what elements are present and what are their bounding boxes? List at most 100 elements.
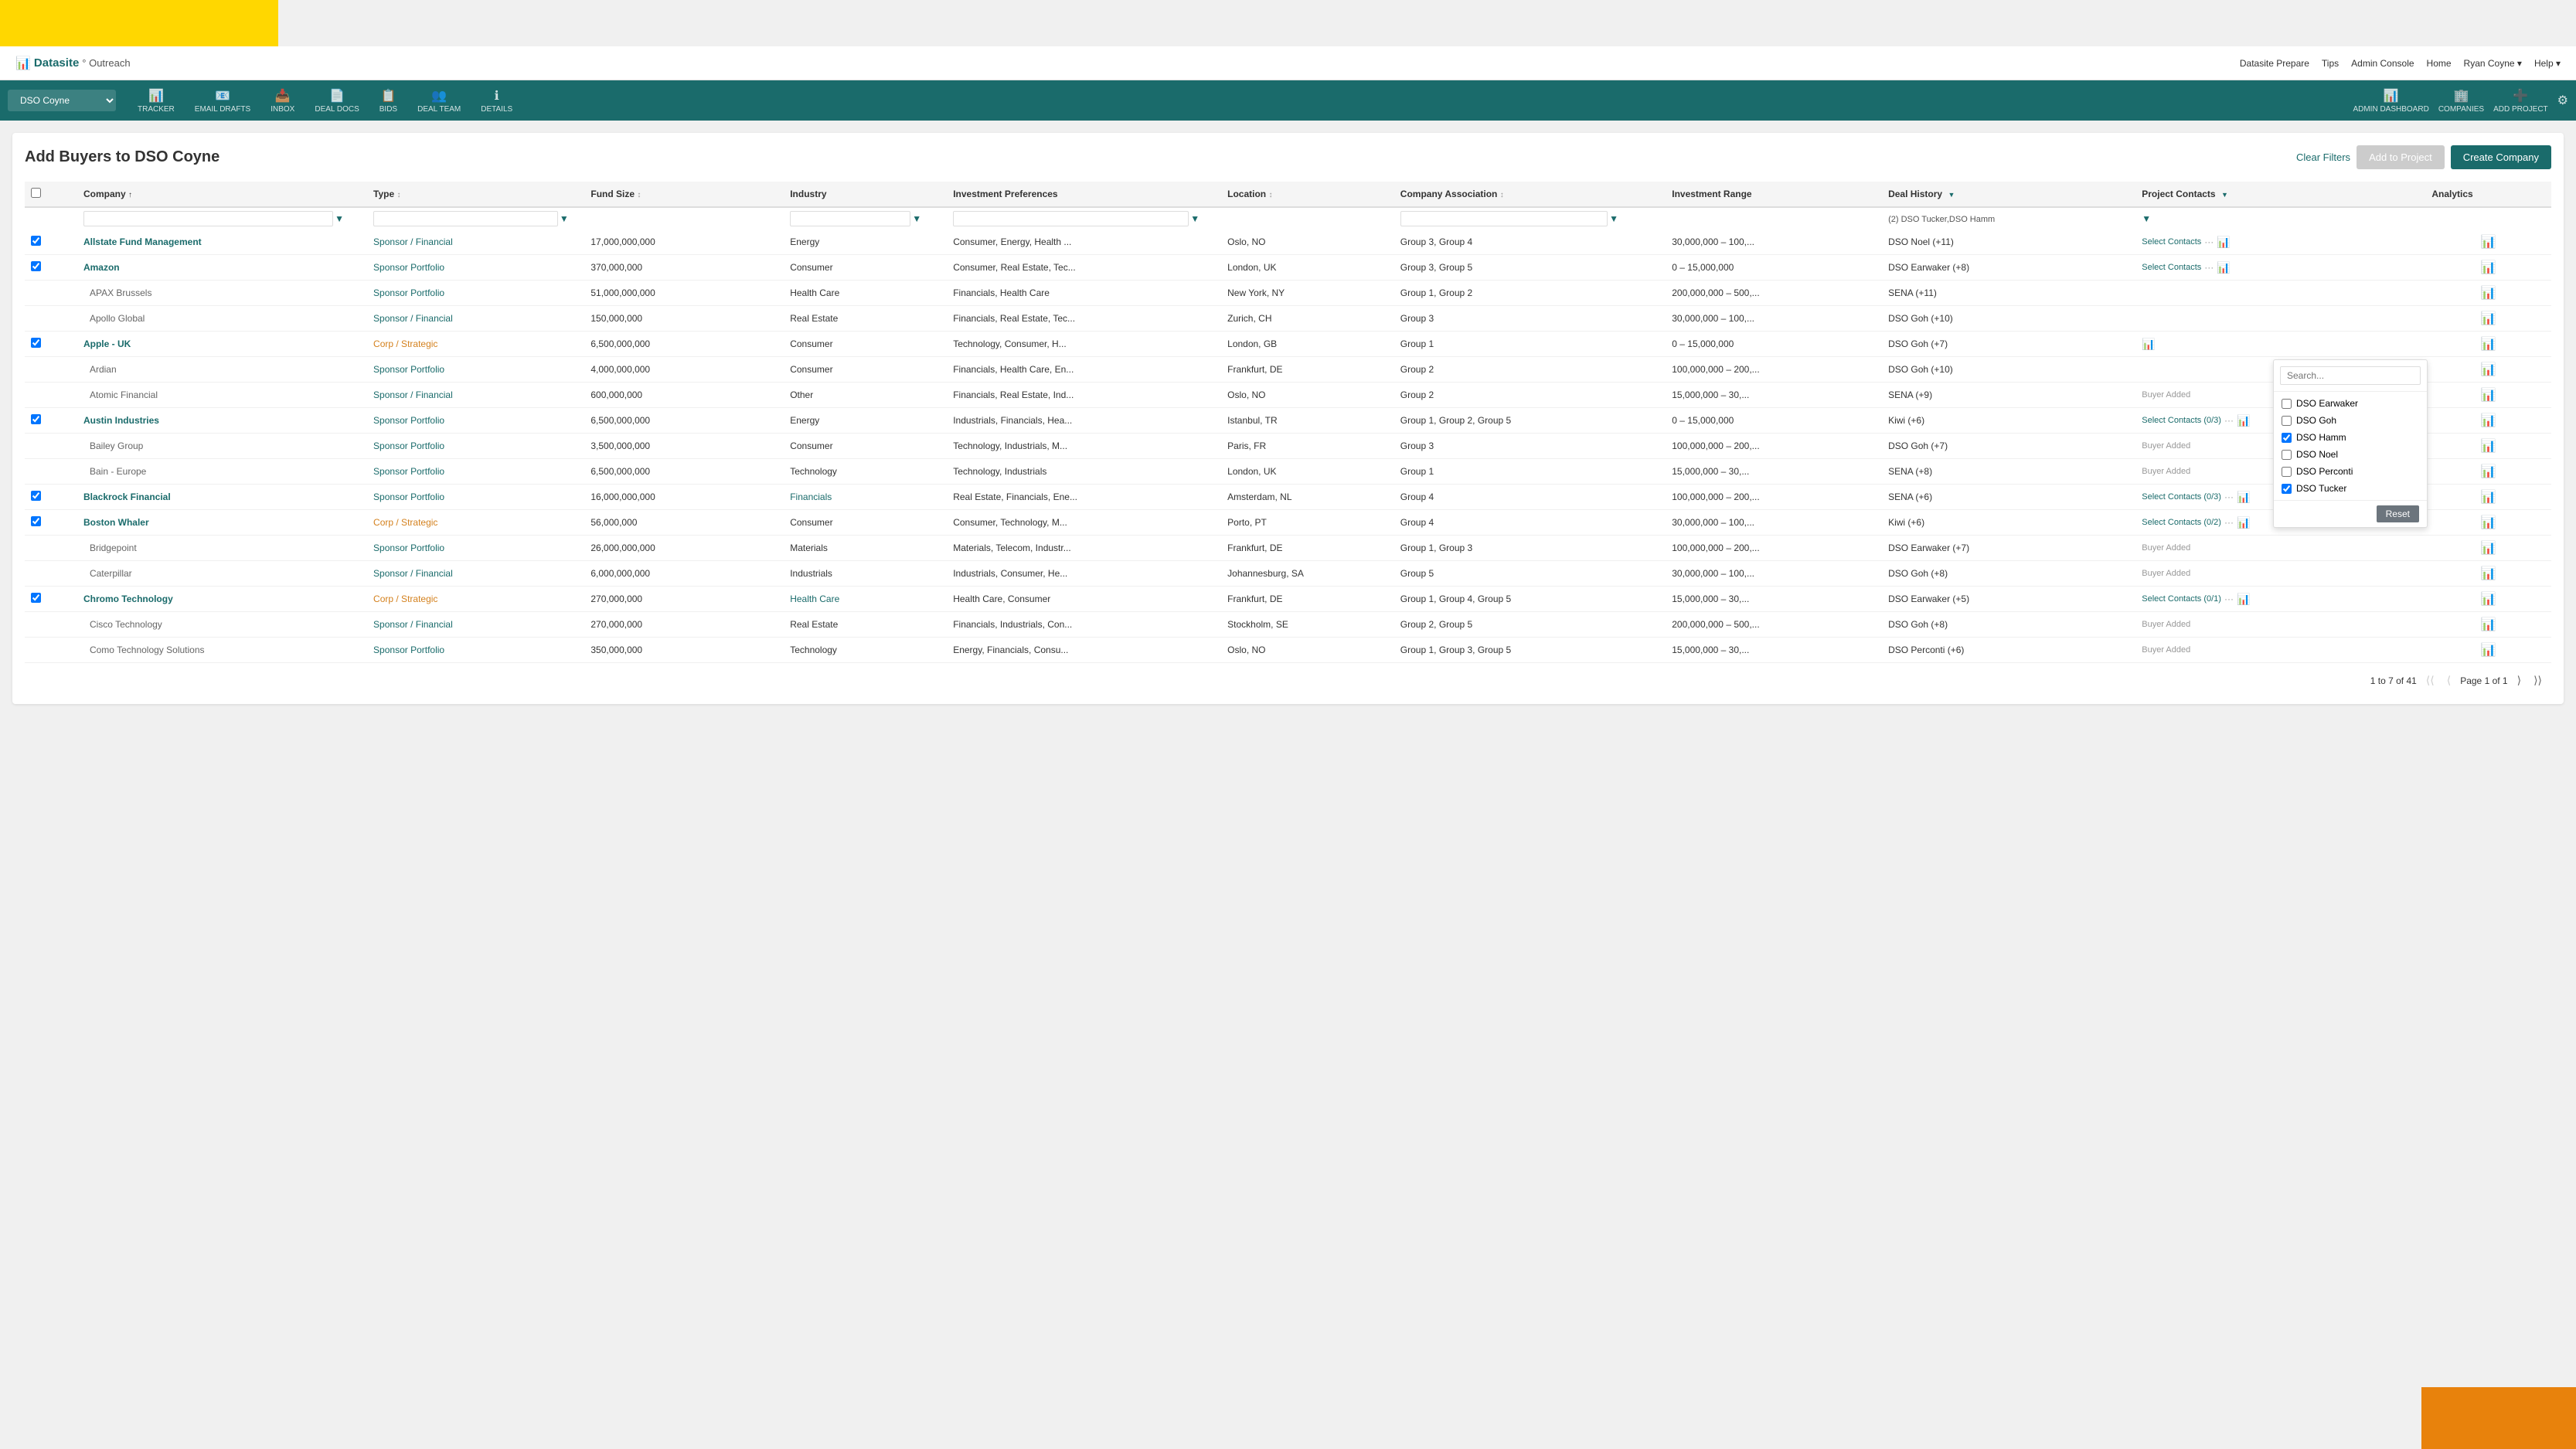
header-type[interactable]: Type [367,182,584,207]
nav-datasite-prepare[interactable]: Datasite Prepare [2240,58,2309,69]
dropdown-search-input[interactable] [2280,366,2421,385]
analytics-icon[interactable]: 📊 [2481,516,2496,529]
clear-filters-button[interactable]: Clear Filters [2296,151,2350,163]
row-analytics[interactable]: 📊 [2425,434,2551,459]
row-analytics[interactable]: 📊 [2425,612,2551,638]
pagination-first[interactable]: ⟨⟨ [2423,672,2438,689]
contacts-dots-menu[interactable]: ··· [2224,517,2234,528]
nav-add-project[interactable]: ➕ ADD PROJECT [2493,88,2548,114]
row-analytics[interactable]: 📊 [2425,306,2551,332]
analytics-chart-icon[interactable]: 📊 [2237,593,2250,606]
dropdown-item-goh[interactable]: DSO Goh [2274,412,2427,429]
contacts-dots-menu[interactable]: ··· [2224,415,2234,426]
dropdown-checkbox-earwaker[interactable] [2282,399,2292,409]
row-checkbox[interactable] [31,338,41,348]
row-analytics[interactable]: 📊 [2425,587,2551,612]
row-company[interactable]: Chromo Technology [77,587,367,612]
dropdown-item-noel[interactable]: DSO Noel [2274,446,2427,463]
filter-company-assoc-funnel[interactable]: ▼ [1609,213,1618,224]
filter-project-contacts-funnel[interactable]: ▼ [2142,213,2151,224]
analytics-icon[interactable]: 📊 [2481,567,2496,580]
row-analytics[interactable]: 📊 [2425,510,2551,536]
dropdown-checkbox-perconti[interactable] [2282,467,2292,477]
analytics-chart-icon[interactable]: 📊 [2237,491,2250,504]
deal-history-filter-icon[interactable] [1948,191,1955,199]
header-deal-history[interactable]: Deal History [1882,182,2135,207]
pagination-next[interactable]: ⟩ [2514,672,2524,689]
filter-industry-funnel[interactable]: ▼ [912,213,921,224]
analytics-icon[interactable]: 📊 [2481,644,2496,657]
analytics-icon[interactable]: 📊 [2481,338,2496,351]
contacts-dots-menu[interactable]: ··· [2224,594,2234,604]
dropdown-reset-button[interactable]: Reset [2377,505,2419,522]
nav-admin-console[interactable]: Admin Console [2351,58,2414,69]
contacts-dots-menu[interactable]: ··· [2204,262,2214,273]
header-location[interactable]: Location [1221,182,1394,207]
analytics-icon[interactable]: 📊 [2481,542,2496,555]
dropdown-checkbox-noel[interactable] [2282,450,2292,460]
row-company[interactable]: Blackrock Financial [77,485,367,510]
dropdown-checkbox-hamm[interactable] [2282,433,2292,443]
pagination-last[interactable]: ⟩⟩ [2530,672,2545,689]
row-company[interactable]: Apple - UK [77,332,367,357]
row-company[interactable]: Austin Industries [77,408,367,434]
row-company[interactable]: Boston Whaler [77,510,367,536]
row-analytics[interactable]: 📊 [2425,230,2551,255]
analytics-chart-icon[interactable]: 📊 [2142,338,2155,351]
analytics-icon[interactable]: 📊 [2481,440,2496,453]
project-selector[interactable]: DSO Coyne [8,90,116,111]
row-checkbox[interactable] [31,491,41,501]
row-analytics[interactable]: 📊 [2425,536,2551,561]
dropdown-item-perconti[interactable]: DSO Perconti [2274,463,2427,480]
row-analytics[interactable]: 📊 [2425,357,2551,383]
nav-tips[interactable]: Tips [2322,58,2339,69]
row-company[interactable]: Allstate Fund Management [77,230,367,255]
filter-company-input[interactable] [83,211,333,226]
analytics-chart-icon[interactable]: 📊 [2217,261,2230,274]
analytics-icon[interactable]: 📊 [2481,618,2496,631]
analytics-icon[interactable]: 📊 [2481,414,2496,427]
fund-sort-icon[interactable] [637,189,641,199]
contacts-dots-menu[interactable]: ··· [2224,492,2234,502]
select-contacts-link[interactable]: Select Contacts (0/1) [2142,594,2221,604]
filter-company-assoc-input[interactable] [1400,211,1608,226]
filter-invest-pref-input[interactable] [953,211,1189,226]
row-checkbox[interactable] [31,414,41,424]
type-sort-icon[interactable] [397,189,401,199]
row-checkbox[interactable] [31,236,41,246]
row-analytics[interactable]: 📊 [2425,255,2551,281]
row-checkbox[interactable] [31,516,41,526]
select-contacts-link[interactable]: Select Contacts [2142,237,2201,247]
nav-email-drafts[interactable]: 📧 EMAIL DRAFTS [185,83,260,118]
dropdown-item-tucker[interactable]: DSO Tucker [2274,480,2427,497]
dropdown-item-hamm[interactable]: DSO Hamm [2274,429,2427,446]
row-analytics[interactable]: 📊 [2425,332,2551,357]
select-contacts-link[interactable]: Select Contacts (0/3) [2142,492,2221,502]
row-analytics[interactable]: 📊 [2425,408,2551,434]
analytics-icon[interactable]: 📊 [2481,363,2496,376]
header-company[interactable]: Company [77,182,367,207]
analytics-icon[interactable]: 📊 [2481,312,2496,325]
project-contacts-filter-icon[interactable] [2221,191,2228,199]
assoc-sort-icon[interactable] [1500,189,1504,199]
row-analytics[interactable]: 📊 [2425,485,2551,510]
location-sort-icon[interactable] [1268,189,1272,199]
nav-bids[interactable]: 📋 BIDS [370,83,407,118]
analytics-icon[interactable]: 📊 [2481,491,2496,504]
row-analytics[interactable]: 📊 [2425,281,2551,306]
nav-home[interactable]: Home [2427,58,2452,69]
header-fund-size[interactable]: Fund Size [584,182,784,207]
dropdown-checkbox-goh[interactable] [2282,416,2292,426]
nav-deal-docs[interactable]: 📄 DEAL DOCS [305,83,368,118]
analytics-icon[interactable]: 📊 [2481,465,2496,478]
analytics-icon[interactable]: 📊 [2481,389,2496,402]
analytics-icon[interactable]: 📊 [2481,236,2496,249]
header-invest-range[interactable]: Investment Range [1666,182,1882,207]
header-industry[interactable]: Industry [784,182,947,207]
contacts-dots-menu[interactable]: ··· [2204,236,2214,247]
pagination-prev[interactable]: ⟨ [2444,672,2454,689]
analytics-chart-icon[interactable]: 📊 [2217,236,2230,249]
create-company-button[interactable]: Create Company [2451,145,2551,169]
analytics-icon[interactable]: 📊 [2481,261,2496,274]
row-analytics[interactable]: 📊 [2425,459,2551,485]
